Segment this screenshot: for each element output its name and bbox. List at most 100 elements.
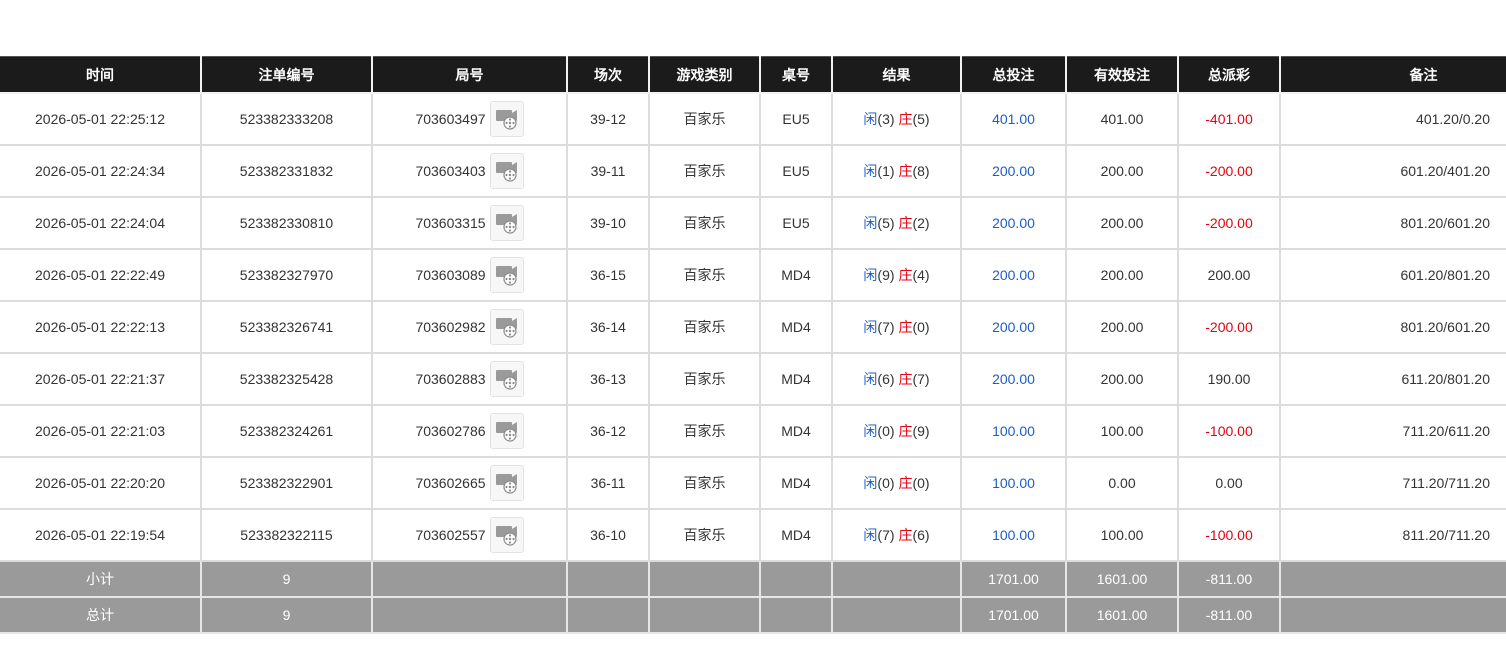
video-replay-icon[interactable] — [489, 309, 524, 345]
player-label: 闲 — [863, 527, 878, 543]
table-header-row: 时间 注单编号 局号 场次 游戏类别 桌号 结果 总投注 有效投注 总派彩 备注 — [0, 56, 1506, 94]
video-replay-icon[interactable] — [489, 101, 524, 137]
cell-session: 39-11 — [566, 144, 650, 198]
cell-total-bet: 200.00 — [960, 352, 1067, 406]
cell-total-bet: 100.00 — [960, 508, 1067, 562]
video-replay-icon[interactable] — [489, 413, 524, 449]
banker-score: (4) — [912, 267, 930, 283]
cell-result: 闲(3) 庄(5) — [831, 92, 962, 146]
video-replay-icon[interactable] — [489, 361, 524, 397]
banker-label: 庄 — [898, 423, 913, 439]
empty-cell — [831, 596, 962, 634]
cell-round: 703603089 — [371, 248, 568, 302]
cell-valid-bet: 100.00 — [1065, 404, 1179, 458]
player-label: 闲 — [863, 215, 878, 231]
cell-table: EU5 — [759, 92, 833, 146]
cell-time: 2026-05-01 22:24:34 — [0, 144, 202, 198]
cell-bet-id: 523382325428 — [200, 352, 373, 406]
cell-payout: 190.00 — [1177, 352, 1281, 406]
cell-total-bet: 100.00 — [960, 404, 1067, 458]
grand-total-label: 总计 — [0, 596, 202, 634]
video-replay-icon[interactable] — [489, 153, 524, 189]
cell-session: 39-10 — [566, 196, 650, 250]
player-label: 闲 — [863, 111, 878, 127]
cell-bet-id: 523382322115 — [200, 508, 373, 562]
cell-session: 36-11 — [566, 456, 650, 510]
round-number: 703602786 — [415, 423, 486, 439]
cell-valid-bet: 200.00 — [1065, 248, 1179, 302]
cell-payout: -200.00 — [1177, 300, 1281, 354]
cell-round: 703602982 — [371, 300, 568, 354]
player-label: 闲 — [863, 319, 878, 335]
player-score: (3) — [877, 111, 895, 127]
round-number: 703602883 — [415, 371, 486, 387]
player-score: (5) — [877, 215, 895, 231]
col-header-game-type: 游戏类别 — [648, 56, 761, 94]
cell-round: 703603497 — [371, 92, 568, 146]
cell-game-type: 百家乐 — [648, 352, 761, 406]
cell-payout: -200.00 — [1177, 144, 1281, 198]
cell-table: MD4 — [759, 248, 833, 302]
video-replay-icon[interactable] — [489, 465, 524, 501]
player-label: 闲 — [863, 371, 878, 387]
bet-records-table: 时间 注单编号 局号 场次 游戏类别 桌号 结果 总投注 有效投注 总派彩 备注… — [0, 56, 1506, 634]
cell-result: 闲(1) 庄(8) — [831, 144, 962, 198]
col-header-total-bet: 总投注 — [960, 56, 1067, 94]
cell-session: 36-14 — [566, 300, 650, 354]
cell-round: 703602557 — [371, 508, 568, 562]
cell-round: 703602665 — [371, 456, 568, 510]
cell-total-bet: 200.00 — [960, 196, 1067, 250]
round-number: 703602982 — [415, 319, 486, 335]
cell-remark: 401.20/0.20 — [1279, 92, 1506, 146]
subtotal-count: 9 — [200, 560, 373, 598]
col-header-result: 结果 — [831, 56, 962, 94]
round-number: 703602665 — [415, 475, 486, 491]
subtotal-payout: -811.00 — [1177, 560, 1281, 598]
cell-result: 闲(5) 庄(2) — [831, 196, 962, 250]
cell-time: 2026-05-01 22:25:12 — [0, 92, 202, 146]
col-header-session: 场次 — [566, 56, 650, 94]
round-number: 703603497 — [415, 111, 486, 127]
cell-remark: 801.20/601.20 — [1279, 196, 1506, 250]
subtotal-total-bet: 1701.00 — [960, 560, 1067, 598]
cell-total-bet: 200.00 — [960, 144, 1067, 198]
cell-valid-bet: 200.00 — [1065, 144, 1179, 198]
grand-total-row: 总计 9 1701.00 1601.00 -811.00 — [0, 596, 1506, 634]
cell-valid-bet: 100.00 — [1065, 508, 1179, 562]
cell-payout: -100.00 — [1177, 404, 1281, 458]
cell-remark: 811.20/711.20 — [1279, 508, 1506, 562]
table-row: 2026-05-01 22:22:49 523382327970 7036030… — [0, 248, 1506, 302]
subtotal-label: 小计 — [0, 560, 202, 598]
video-replay-icon[interactable] — [489, 517, 524, 553]
video-replay-icon[interactable] — [489, 205, 524, 241]
player-label: 闲 — [863, 163, 878, 179]
banker-label: 庄 — [898, 475, 913, 491]
cell-bet-id: 523382322901 — [200, 456, 373, 510]
col-header-payout: 总派彩 — [1177, 56, 1281, 94]
banker-label: 庄 — [898, 215, 913, 231]
empty-cell — [566, 596, 650, 634]
empty-cell — [648, 596, 761, 634]
player-score: (7) — [877, 319, 895, 335]
round-number: 703603315 — [415, 215, 486, 231]
cell-table: EU5 — [759, 144, 833, 198]
col-header-time: 时间 — [0, 56, 202, 94]
player-score: (7) — [877, 527, 895, 543]
player-label: 闲 — [863, 267, 878, 283]
cell-time: 2026-05-01 22:19:54 — [0, 508, 202, 562]
cell-remark: 601.20/801.20 — [1279, 248, 1506, 302]
cell-session: 39-12 — [566, 92, 650, 146]
banker-label: 庄 — [898, 319, 913, 335]
cell-valid-bet: 200.00 — [1065, 352, 1179, 406]
top-spacer — [0, 0, 1506, 56]
video-replay-icon[interactable] — [489, 257, 524, 293]
empty-cell — [1279, 596, 1506, 634]
cell-payout: -401.00 — [1177, 92, 1281, 146]
cell-total-bet: 100.00 — [960, 456, 1067, 510]
empty-cell — [1279, 560, 1506, 598]
cell-valid-bet: 200.00 — [1065, 300, 1179, 354]
cell-game-type: 百家乐 — [648, 196, 761, 250]
subtotal-valid-bet: 1601.00 — [1065, 560, 1179, 598]
cell-table: MD4 — [759, 300, 833, 354]
cell-round: 703602786 — [371, 404, 568, 458]
